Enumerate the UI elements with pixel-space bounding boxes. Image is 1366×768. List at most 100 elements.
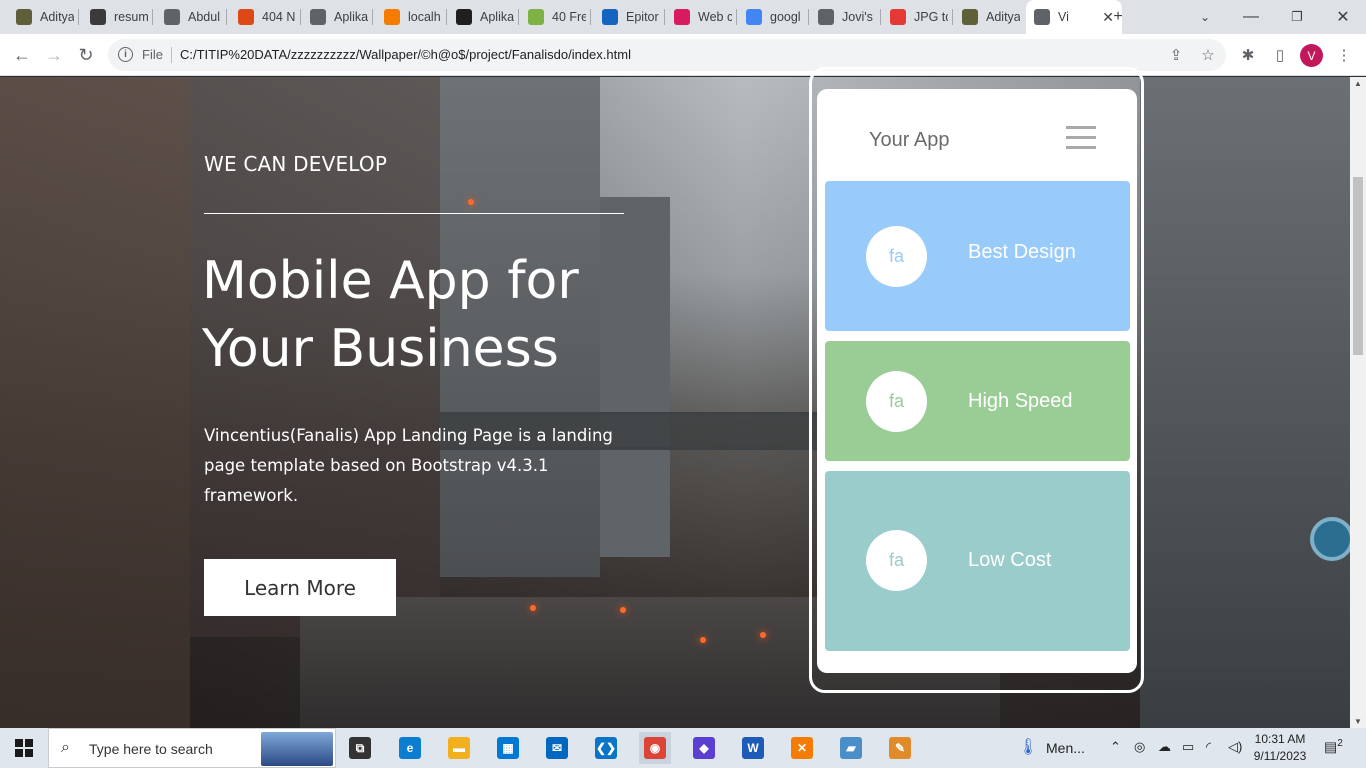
feature-icon: fa bbox=[866, 530, 927, 591]
close-icon: ✕ bbox=[1336, 9, 1350, 26]
chrome-icon: ◉ bbox=[644, 737, 666, 759]
star-icon[interactable]: ☆ bbox=[1198, 45, 1218, 65]
side-panel-icon[interactable]: ▯ bbox=[1270, 45, 1290, 65]
feature-icon: fa bbox=[866, 226, 927, 287]
tab-separator bbox=[300, 9, 301, 25]
tab-title: 404 N bbox=[262, 10, 296, 24]
page-scrollbar[interactable]: ▲ ▼ bbox=[1350, 77, 1366, 728]
tab-search-button[interactable]: ⌄ bbox=[1194, 6, 1216, 28]
network-error-icon[interactable]: ☁ bbox=[1158, 739, 1171, 755]
tab-title: localh bbox=[408, 10, 441, 24]
tab-title: Aditya bbox=[986, 10, 1020, 24]
info-icon[interactable]: i bbox=[118, 47, 133, 62]
feature-label: Best Design bbox=[968, 241, 1076, 263]
tab-title: googl bbox=[770, 10, 801, 24]
tab-title: Vi bbox=[1058, 10, 1069, 24]
parking-sign-image bbox=[1310, 517, 1350, 561]
new-tab-button[interactable]: + bbox=[1107, 6, 1129, 28]
arrow-right-icon: → bbox=[45, 44, 63, 65]
tab-separator bbox=[152, 9, 153, 25]
clock-date: 9/11/2023 bbox=[1253, 749, 1307, 763]
browser-tab[interactable]: 404 N bbox=[230, 4, 298, 30]
share-icon[interactable]: ⇪ bbox=[1166, 45, 1186, 65]
taskbar-app[interactable]: ✕ bbox=[786, 732, 818, 764]
learn-more-button[interactable]: Learn More bbox=[204, 559, 396, 616]
vscode-icon: ❮❯ bbox=[595, 737, 617, 759]
browser-tab[interactable]: Web c bbox=[666, 4, 734, 30]
globe-icon bbox=[818, 9, 834, 25]
minimize-button[interactable]: — bbox=[1240, 6, 1262, 28]
tab-strip: Aditya resum Abdul 404 N Aplika localh Aplika 4… bbox=[0, 0, 1366, 34]
plus-icon: + bbox=[1113, 8, 1123, 25]
tab-title: JPG tc bbox=[914, 10, 948, 24]
tab-separator bbox=[808, 9, 809, 25]
scroll-up-icon[interactable]: ▲ bbox=[1350, 79, 1366, 88]
taskbar-app[interactable]: W bbox=[737, 732, 769, 764]
browser-tab[interactable]: Jovi's bbox=[810, 4, 878, 30]
tab-separator bbox=[880, 9, 881, 25]
taskbar-search[interactable]: ⌕ Type here to search bbox=[48, 728, 336, 768]
bolt-icon bbox=[602, 9, 618, 25]
kebab-menu-icon[interactable]: ⋮ bbox=[1334, 45, 1354, 65]
taskbar-app[interactable]: ▦ bbox=[492, 732, 524, 764]
tray-label[interactable]: Men... bbox=[1046, 740, 1085, 756]
taskbar-app[interactable]: ◉ bbox=[639, 732, 671, 764]
url-text[interactable]: C:/TITIP%20DATA/zzzzzzzzzz/Wallpaper/©h@… bbox=[180, 47, 631, 62]
camera-icon[interactable]: ◎ bbox=[1134, 739, 1145, 755]
forward-button[interactable]: → bbox=[42, 43, 66, 67]
taskbar-app[interactable]: ✎ bbox=[884, 732, 916, 764]
scheme-label: File bbox=[142, 47, 163, 62]
globe-icon bbox=[164, 9, 180, 25]
taskbar-app[interactable]: ✉ bbox=[541, 732, 573, 764]
browser-tab[interactable]: localh bbox=[376, 4, 444, 30]
feature-card-low-cost[interactable]: fa Low Cost bbox=[825, 471, 1130, 651]
notification-button[interactable]: ▤2 bbox=[1324, 738, 1343, 756]
volume-icon[interactable]: ◁) bbox=[1228, 739, 1242, 755]
back-button[interactable]: ← bbox=[10, 43, 34, 67]
browser-tab[interactable]: Abdul bbox=[156, 4, 224, 30]
feature-card-best-design[interactable]: fa Best Design bbox=[825, 181, 1130, 331]
battery-icon[interactable]: ▭ bbox=[1182, 739, 1194, 755]
close-window-button[interactable]: ✕ bbox=[1332, 6, 1354, 28]
search-highlight-image bbox=[261, 732, 333, 766]
tab-separator bbox=[78, 9, 79, 25]
browser-tab[interactable]: 40 Fre bbox=[520, 4, 588, 30]
extensions-icon[interactable]: ✱ bbox=[1238, 45, 1258, 65]
task-view-icon: ⧉ bbox=[349, 737, 371, 759]
taskbar-app[interactable]: ⧉ bbox=[344, 732, 376, 764]
browser-tab[interactable]: Epitor bbox=[594, 4, 662, 30]
browser-tab[interactable]: resum bbox=[82, 4, 150, 30]
taskbar-app[interactable]: ▬ bbox=[443, 732, 475, 764]
taskbar-app[interactable]: e bbox=[394, 732, 426, 764]
taskbar-app[interactable]: ▰ bbox=[835, 732, 867, 764]
browser-tab[interactable]: Aditya bbox=[954, 4, 1022, 30]
restore-icon: ❐ bbox=[1291, 9, 1303, 24]
tab-separator bbox=[590, 9, 591, 25]
browser-tab[interactable]: Aplika bbox=[302, 4, 370, 30]
start-button[interactable] bbox=[0, 728, 48, 768]
building-left-image bbox=[0, 77, 190, 728]
browser-tab[interactable]: Aditya bbox=[8, 4, 76, 30]
scroll-down-icon[interactable]: ▼ bbox=[1350, 717, 1366, 726]
scroll-thumb[interactable] bbox=[1353, 177, 1363, 355]
browser-tab[interactable]: googl bbox=[738, 4, 806, 30]
feature-card-high-speed[interactable]: fa High Speed bbox=[825, 341, 1130, 461]
reload-button[interactable]: ↻ bbox=[74, 43, 98, 67]
clock-time: 10:31 AM bbox=[1254, 732, 1306, 746]
restore-button[interactable]: ❐ bbox=[1286, 6, 1308, 28]
profile-avatar[interactable]: V bbox=[1300, 44, 1323, 67]
browser-tab[interactable]: JPG tc bbox=[882, 4, 950, 30]
tab-title: Abdul bbox=[188, 10, 220, 24]
google-icon bbox=[746, 9, 762, 25]
feature-label: High Speed bbox=[968, 390, 1073, 412]
clock[interactable]: 10:31 AM 9/11/2023 bbox=[1248, 731, 1312, 765]
taskbar-app[interactable]: ❮❯ bbox=[590, 732, 622, 764]
chevron-down-icon: ⌄ bbox=[1199, 10, 1211, 24]
taskbar-app[interactable]: ◆ bbox=[688, 732, 720, 764]
thermometer-icon[interactable]: 🌡 bbox=[1018, 737, 1038, 757]
hamburger-menu-icon[interactable] bbox=[1066, 126, 1098, 150]
chevron-up-icon[interactable]: ⌃ bbox=[1110, 739, 1121, 755]
wifi-icon[interactable]: ◜ bbox=[1206, 739, 1211, 755]
reload-icon: ↻ bbox=[78, 44, 94, 65]
browser-tab[interactable]: Aplika bbox=[448, 4, 516, 30]
